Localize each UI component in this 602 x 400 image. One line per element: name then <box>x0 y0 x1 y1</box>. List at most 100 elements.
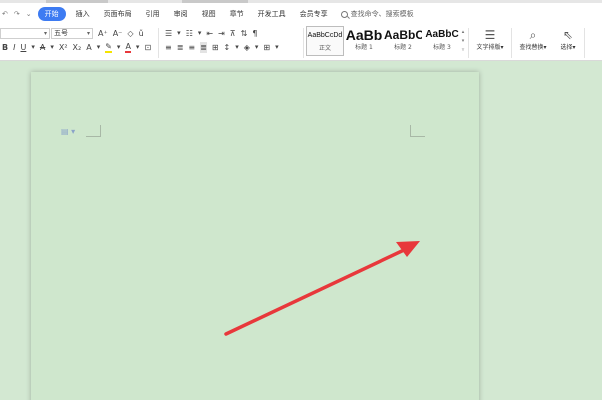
text-effect-icon[interactable]: A <box>86 42 91 53</box>
font-color-icon[interactable]: A <box>125 42 131 53</box>
tab-review[interactable]: 审阅 <box>167 7 195 21</box>
menu-bar: ↶ ↷ ⌄ 开始 插入 页面布局 引用 审阅 视图 章节 开发工具 会员专享 查… <box>0 3 602 25</box>
ribbon-divider <box>468 28 469 58</box>
chevron-down-icon[interactable]: ▾ <box>97 42 101 53</box>
quick-access-toolbar: ↶ ↷ ⌄ <box>0 10 32 18</box>
shading-icon[interactable]: ◈ <box>244 42 250 53</box>
style-name: 正文 <box>318 45 331 52</box>
chevron-down-icon[interactable]: ▾ <box>198 28 202 39</box>
style-heading-1[interactable]: AaBb 标题 1 <box>345 26 383 56</box>
style-sample: AaBbCcDd <box>307 32 343 39</box>
font-size-select[interactable]: 五号 ▾ <box>51 28 93 39</box>
text-layout-icon: ☰ <box>484 28 496 42</box>
text-layout-button[interactable]: ☰ 文字排版▾ <box>472 27 508 53</box>
chevron-down-icon: ▾ <box>43 30 47 37</box>
tab-member[interactable]: 会员专享 <box>293 7 335 21</box>
text-layout-label: 文字排版▾ <box>476 44 504 51</box>
distributed-icon[interactable]: ⊞ <box>212 42 219 53</box>
tab-page-layout[interactable]: 页面布局 <box>97 7 139 21</box>
italic-icon[interactable]: I <box>13 42 15 53</box>
style-heading-3[interactable]: AaBbC 标题 3 <box>423 26 461 56</box>
character-border-icon[interactable]: ⊡ <box>144 42 151 53</box>
chevron-down-icon[interactable]: ▾ <box>255 42 259 53</box>
align-right-icon[interactable]: ≡ <box>188 42 195 53</box>
style-name: 标题 3 <box>433 44 451 51</box>
undo-icon[interactable]: ↶ <box>2 10 8 18</box>
decrease-indent-icon[interactable]: ⇤ <box>206 28 213 39</box>
border-icon[interactable]: ⊞ <box>263 42 270 53</box>
increase-indent-icon[interactable]: ⇥ <box>218 28 225 39</box>
tab-references[interactable]: 引用 <box>139 7 167 21</box>
select-label: 选择▾ <box>560 44 576 51</box>
justify-icon[interactable]: ≣ <box>200 42 207 53</box>
highlight-icon[interactable]: ✎ <box>105 42 112 53</box>
tab-view[interactable]: 视图 <box>195 7 223 21</box>
underline-icon[interactable]: U <box>20 42 26 53</box>
style-sample: AaBbC <box>384 28 422 42</box>
tab-home[interactable]: 开始 <box>37 7 66 21</box>
strikethrough-icon[interactable]: A <box>40 42 45 53</box>
chevron-down-icon[interactable]: ▾ <box>50 42 54 53</box>
style-normal[interactable]: AaBbCcDd 正文 <box>306 26 344 56</box>
chinese-layout-icon[interactable]: ⊼ <box>230 28 236 39</box>
ribbon: ▾ 五号 ▾ A⁺ A⁻ ◇ ǔ B I U ▾ A ▾ X² X₂ A ▾ ✎… <box>0 25 602 61</box>
font-size-value: 五号 <box>54 29 68 37</box>
style-sample: AaBb <box>345 27 383 43</box>
style-sample: AaBbC <box>425 29 459 40</box>
find-replace-label: 查找替换▾ <box>519 44 547 51</box>
superscript-icon[interactable]: X² <box>59 42 68 53</box>
chevron-down-icon[interactable]: ▾ <box>136 42 140 53</box>
clear-format-icon[interactable]: ◇ <box>127 28 133 39</box>
search-icon <box>340 10 348 18</box>
tab-developer[interactable]: 开发工具 <box>251 7 293 21</box>
subscript-icon[interactable]: X₂ <box>73 42 82 53</box>
style-heading-2[interactable]: AaBbC 标题 2 <box>384 26 422 56</box>
chevron-down-icon[interactable]: ▾ <box>31 42 35 53</box>
font-size-tools: A⁺ A⁻ ◇ ǔ <box>98 28 149 39</box>
grow-font-icon[interactable]: A⁺ <box>98 28 108 39</box>
ribbon-divider <box>584 28 585 58</box>
find-replace-text: 查找替换 <box>519 44 544 51</box>
numbered-list-icon[interactable]: ☷ <box>186 28 193 39</box>
align-left-icon[interactable]: ≡ <box>165 42 172 53</box>
cursor-icon: ⇖ <box>562 28 574 42</box>
tab-section[interactable]: 章节 <box>223 7 251 21</box>
font-name-select[interactable]: ▾ <box>0 28 50 39</box>
bold-icon[interactable]: B <box>2 42 8 53</box>
search-placeholder: 查找命令、搜索模板 <box>350 10 414 18</box>
paragraph-tools-bottom: ≡ ≣ ≡ ≣ ⊞ ↕ ▾ ◈ ▾ ⊞ ▾ <box>165 42 284 53</box>
search-icon: ⌕ <box>529 28 537 42</box>
show-marks-icon[interactable]: ¶ <box>252 28 257 39</box>
style-gallery: AaBbCcDd 正文 AaBb 标题 1 AaBbC 标题 2 AaBbC 标… <box>306 26 462 56</box>
pinyin-guide-icon[interactable]: ǔ <box>139 28 144 39</box>
chevron-down-icon[interactable]: ▾ <box>117 42 121 53</box>
select-text: 选择 <box>560 44 573 51</box>
ribbon-divider <box>511 28 512 58</box>
chevron-down-icon[interactable]: ▾ <box>460 37 466 46</box>
chevron-down-icon[interactable]: ▾ <box>275 42 279 53</box>
document-workspace[interactable]: ▤ ▾ <box>0 62 602 400</box>
style-name: 标题 1 <box>355 44 373 51</box>
text-layout-text: 文字排版 <box>476 44 501 51</box>
chevron-up-icon[interactable]: ▴ <box>460 28 466 37</box>
redo-icon[interactable]: ↷ <box>14 10 20 18</box>
ribbon-divider <box>158 28 159 58</box>
select-button[interactable]: ⇖ 选择▾ <box>555 27 581 53</box>
tab-insert[interactable]: 插入 <box>69 7 97 21</box>
shrink-font-icon[interactable]: A⁻ <box>113 28 123 39</box>
bullet-list-icon[interactable]: ☰ <box>165 28 172 39</box>
find-replace-button[interactable]: ⌕ 查找替换▾ <box>515 27 551 53</box>
style-gallery-scroll[interactable]: ▴ ▾ ▿ <box>460 28 466 55</box>
chevron-down-icon[interactable]: ▾ <box>235 42 239 53</box>
paragraph-tools-top: ☰ ▾ ☷ ▾ ⇤ ⇥ ⊼ ⇅ ¶ <box>165 28 262 39</box>
command-search[interactable]: 查找命令、搜索模板 <box>340 9 414 19</box>
style-name: 标题 2 <box>394 44 412 51</box>
align-center-icon[interactable]: ≣ <box>177 42 184 53</box>
line-spacing-icon[interactable]: ↕ <box>224 42 231 53</box>
expand-icon[interactable]: ▿ <box>460 46 466 55</box>
font-style-tools: B I U ▾ A ▾ X² X₂ A ▾ ✎ ▾ A ▾ ⊡ <box>2 42 156 53</box>
sort-icon[interactable]: ⇅ <box>241 28 248 39</box>
ribbon-divider <box>303 28 304 58</box>
chevron-down-icon[interactable]: ▾ <box>177 28 181 39</box>
chevron-down-icon: ▾ <box>86 30 90 37</box>
